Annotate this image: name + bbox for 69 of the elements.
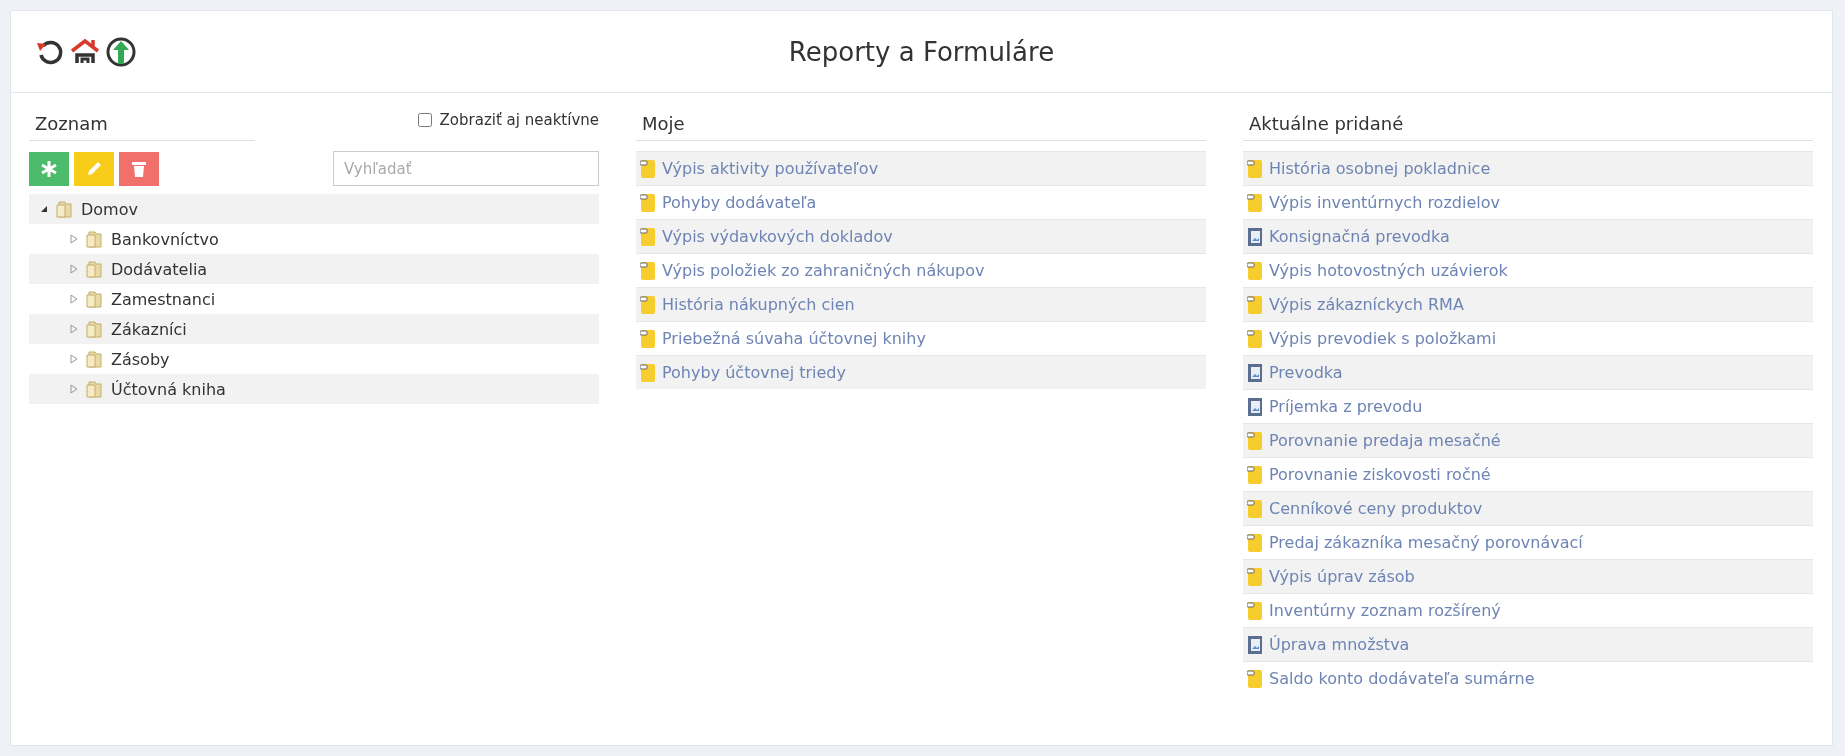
search-field[interactable]: Vyhľadať: [333, 151, 599, 186]
report-icon: [1247, 566, 1263, 587]
expand-arrow-icon[interactable]: [69, 264, 79, 274]
form-icon: [1247, 634, 1263, 655]
report-link[interactable]: Úprava množstva: [1243, 627, 1813, 661]
tree-item[interactable]: Zamestnanci: [111, 289, 216, 309]
report-icon: [1247, 192, 1263, 213]
expand-arrow-icon[interactable]: [69, 384, 79, 394]
asterisk-icon: [40, 159, 58, 178]
add-button[interactable]: [29, 151, 69, 186]
report-icon: [640, 226, 656, 247]
report-icon: [1247, 532, 1263, 553]
expand-arrow-icon[interactable]: [69, 324, 79, 334]
folder-icon: [85, 229, 105, 249]
report-link[interactable]: Výpis úprav zásob: [1243, 559, 1813, 593]
form-icon: [1247, 362, 1263, 383]
report-icon: [640, 158, 656, 179]
report-icon: [1247, 328, 1263, 349]
folder-icon: [85, 259, 105, 279]
report-link[interactable]: Porovnanie predaja mesačné: [1243, 423, 1813, 457]
upload-icon[interactable]: [105, 35, 137, 68]
report-link[interactable]: Výpis aktivity používateľov: [636, 151, 1206, 185]
report-icon: [1247, 260, 1263, 281]
report-icon: [640, 328, 656, 349]
form-icon: [1247, 226, 1263, 247]
report-link[interactable]: História osobnej pokladnice: [1243, 151, 1813, 185]
section-heading: Zoznam: [29, 113, 255, 141]
report-link[interactable]: Cenníkové ceny produktov: [1243, 491, 1813, 525]
section-heading: Aktuálne pridané: [1243, 113, 1813, 141]
collapse-arrow-icon[interactable]: [39, 204, 49, 214]
report-icon: [1247, 600, 1263, 621]
report-link[interactable]: Výpis zákazníckych RMA: [1243, 287, 1813, 321]
trash-icon: [131, 159, 147, 178]
report-link[interactable]: Pohyby účtovnej triedy: [636, 355, 1206, 389]
delete-button[interactable]: [119, 151, 159, 186]
report-icon: [640, 294, 656, 315]
form-icon: [1247, 396, 1263, 417]
tree-item[interactable]: Domov: [81, 199, 138, 219]
report-icon: [1247, 294, 1263, 315]
report-link[interactable]: Prevodka: [1243, 355, 1813, 389]
page-title: Reporty a Formuláre: [788, 36, 1055, 67]
report-icon: [1247, 430, 1263, 451]
expand-arrow-icon[interactable]: [69, 354, 79, 364]
report-icon: [640, 192, 656, 213]
tree-item[interactable]: Bankovníctvo: [111, 229, 219, 249]
tree-item[interactable]: Dodávatelia: [111, 259, 208, 279]
section-heading: Moje: [636, 113, 1206, 141]
report-icon: [640, 362, 656, 383]
folder-icon: [85, 289, 105, 309]
report-link[interactable]: História nákupných cien: [636, 287, 1206, 321]
expand-arrow-icon[interactable]: [69, 294, 79, 304]
tree-item[interactable]: Zásoby: [111, 349, 170, 369]
report-icon: [1247, 498, 1263, 519]
report-link[interactable]: Konsignačná prevodka: [1243, 219, 1813, 253]
report-icon: [1247, 158, 1263, 179]
folder-icon: [85, 349, 105, 369]
checkbox-label: Zobraziť aj neaktívne: [439, 111, 599, 129]
report-icon: [1247, 668, 1263, 689]
pencil-icon: [85, 159, 103, 178]
folder-icon: [55, 199, 75, 219]
expand-arrow-icon[interactable]: [69, 234, 79, 244]
report-link[interactable]: Výpis výdavkových dokladov: [636, 219, 1206, 253]
folder-icon: [85, 319, 105, 339]
report-icon: [1247, 464, 1263, 485]
folder-icon: [85, 379, 105, 399]
tree-item[interactable]: Účtovná kniha: [111, 379, 226, 399]
tree-item[interactable]: Zákazníci: [111, 319, 187, 339]
edit-button[interactable]: [74, 151, 114, 186]
report-icon: [640, 260, 656, 281]
